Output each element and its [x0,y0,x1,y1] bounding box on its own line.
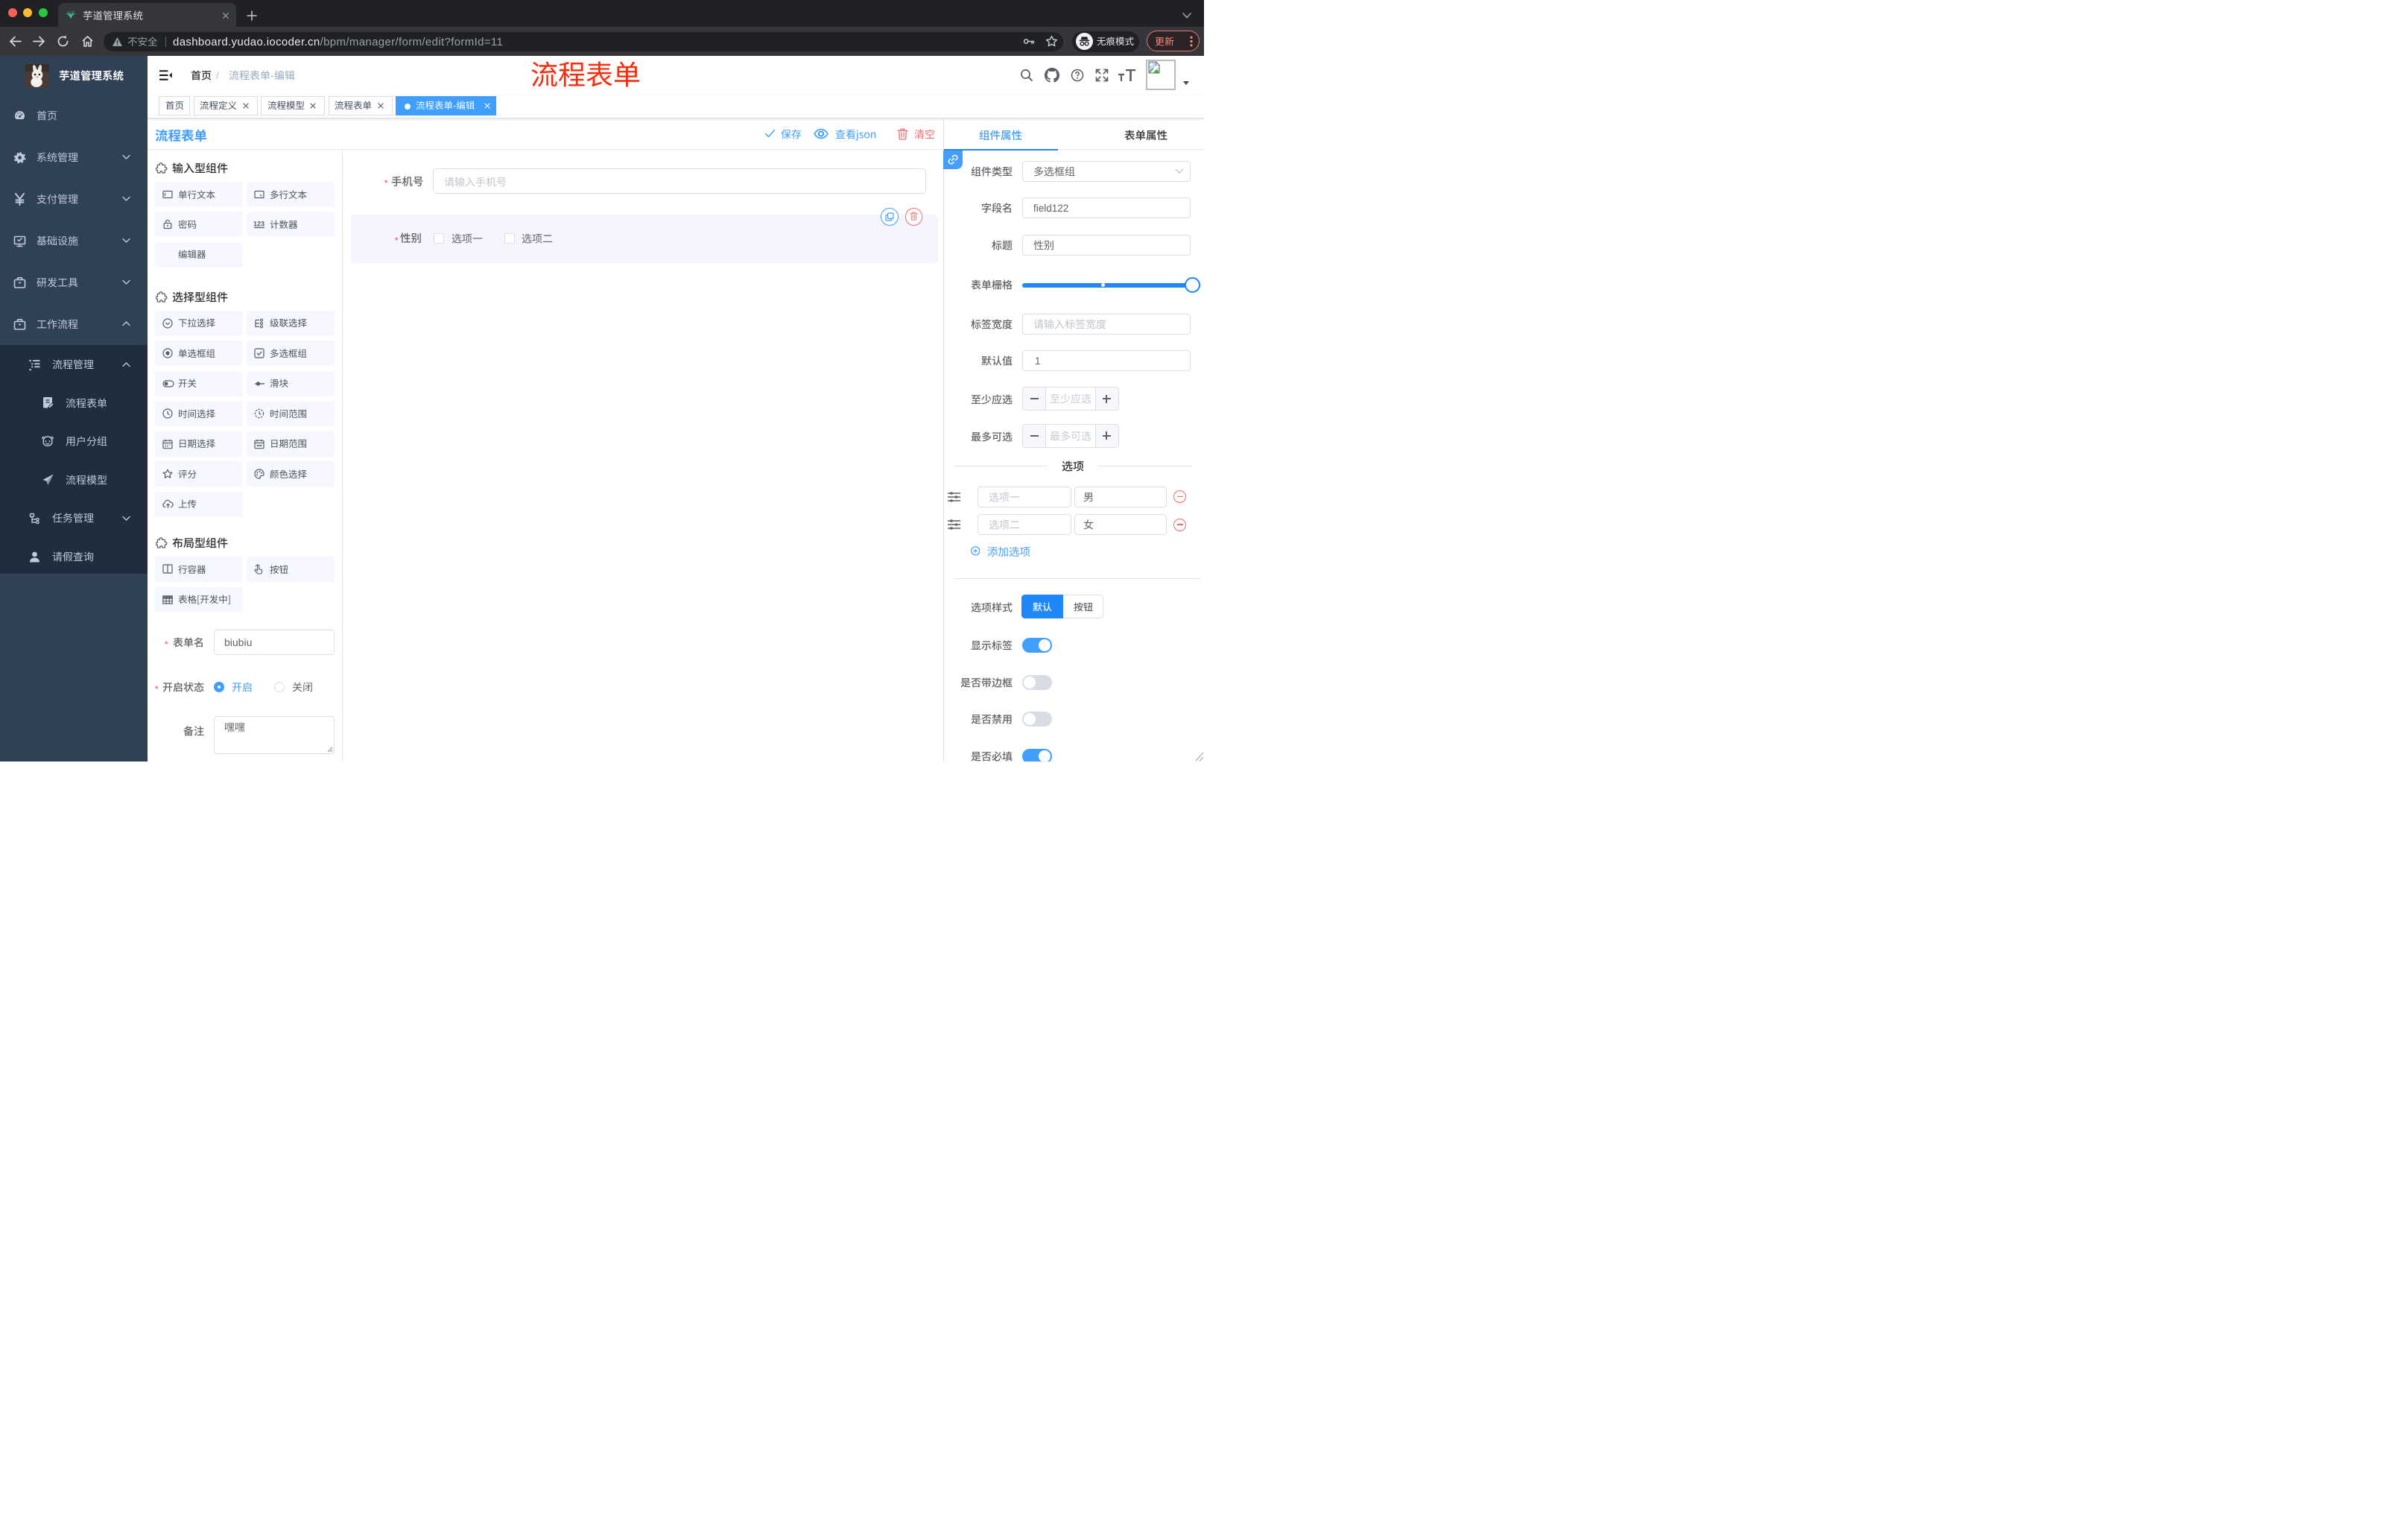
svg-text:123: 123 [253,221,264,228]
